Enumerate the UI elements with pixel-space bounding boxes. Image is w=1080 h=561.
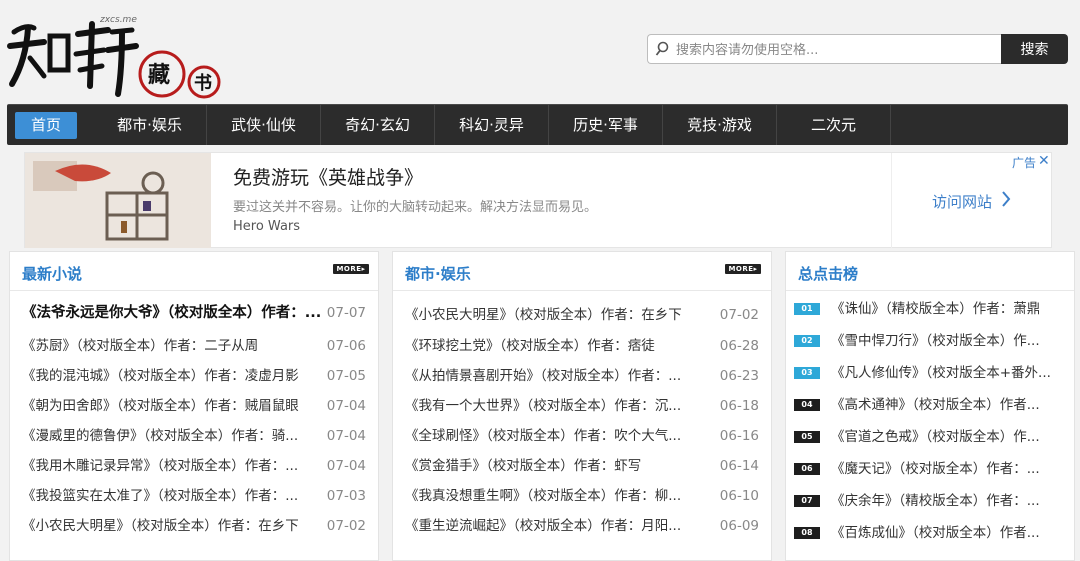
search-input[interactable] [674, 38, 998, 62]
nav-item-games[interactable]: 竞技·游戏 [663, 105, 777, 145]
list-item[interactable]: 《我真没想重生啊》（校对版全本）作者：柳... 06-10 [393, 481, 771, 511]
svg-text:书: 书 [194, 73, 212, 94]
ranking-item[interactable]: 08 《百炼成仙》（校对版全本）作者... [786, 518, 1074, 548]
more-button-urban[interactable]: MORE▸ [725, 264, 761, 274]
panel-title-urban[interactable]: 都市·娱乐 [405, 263, 471, 284]
rank-badge: 08 [794, 527, 820, 539]
ranking-item[interactable]: 07 《庆余年》（精校版全本）作者：... [786, 486, 1074, 516]
nav-item-scifi[interactable]: 科幻·灵异 [435, 105, 549, 145]
ranking-item[interactable]: 06 《魔天记》（校对版全本）作者：... [786, 454, 1074, 484]
list-item[interactable]: 《全球刷怪》（校对版全本）作者：吹个大气... 06-16 [393, 421, 771, 451]
ranking-item[interactable]: 03 《凡人修仙传》（校对版全本+番外... [786, 358, 1074, 388]
rank-badge: 03 [794, 367, 820, 379]
rank-badge: 06 [794, 463, 820, 475]
ad-label: 广告 [1012, 156, 1037, 170]
list-item[interactable]: 《小农民大明星》（校对版全本）作者：在乡下 07-02 [10, 511, 378, 541]
list-item[interactable]: 《赏金猎手》（校对版全本）作者：虾写 06-14 [393, 451, 771, 481]
ranking-item[interactable]: 01 《诛仙》（精校版全本）作者：萧鼎 [786, 294, 1074, 324]
main-nav: 首页 都市·娱乐 武侠·仙侠 奇幻·玄幻 科幻·灵异 历史·军事 竞技·游戏 二… [7, 104, 1068, 145]
logo-domain: zxcs.me [99, 15, 137, 25]
rank-badge: 01 [794, 303, 820, 315]
chevron-right-icon[interactable] [1001, 190, 1011, 208]
rank-badge: 07 [794, 495, 820, 507]
list-item[interactable]: 《我投篮实在太准了》（校对版全本）作者：... 07-03 [10, 481, 378, 511]
latest-novels-panel: 最新小说 MORE▸ 《法爷永远是你大爷》（校对版全本）作者：... 07-07 … [9, 251, 379, 561]
nav-item-urban[interactable]: 都市·娱乐 [93, 105, 207, 145]
ad-visit-link[interactable]: 访问网站 [932, 191, 992, 212]
panel-header: 最新小说 MORE▸ [10, 252, 378, 291]
panel-title-latest[interactable]: 最新小说 [22, 263, 82, 284]
ad-close-icon[interactable]: ✕ [1038, 153, 1050, 169]
rank-badge: 04 [794, 399, 820, 411]
panel-header: 都市·娱乐 MORE▸ [393, 252, 771, 291]
search-icon [655, 41, 669, 56]
search-button[interactable]: 搜索 [1001, 34, 1068, 64]
logo-artwork: zxcs.me 藏 书 [7, 15, 221, 99]
search-box [647, 34, 1001, 64]
ranking-item[interactable]: 02 《雪中悍刀行》（校对版全本）作... [786, 326, 1074, 356]
more-button-latest[interactable]: MORE▸ [333, 264, 369, 274]
panel-header: 总点击榜 [786, 252, 1074, 291]
nav-item-home[interactable]: 首页 [15, 112, 77, 139]
ad-title[interactable]: 免费游玩《英雄战争》 [233, 163, 423, 190]
ad-banner[interactable]: 免费游玩《英雄战争》 要过这关并不容易。让你的大脑转动起来。解决方法显而易见。 … [24, 152, 1052, 248]
ad-cta-area: 广告 ✕ 访问网站 [891, 153, 1053, 248]
nav-item-history[interactable]: 历史·军事 [549, 105, 663, 145]
svg-text:藏: 藏 [148, 62, 170, 88]
ad-thumbnail [25, 153, 211, 248]
rank-badge: 02 [794, 335, 820, 347]
list-item[interactable]: 《我有一个大世界》（校对版全本）作者：沉... 06-18 [393, 391, 771, 421]
nav-item-acg[interactable]: 二次元 [777, 105, 891, 145]
nav-item-wuxia[interactable]: 武侠·仙侠 [207, 105, 321, 145]
panel-title-ranking[interactable]: 总点击榜 [798, 263, 858, 284]
list-item[interactable]: 《苏厨》（校对版全本）作者：二子从周 07-06 [10, 331, 378, 361]
list-item[interactable]: 《朝为田舍郎》（校对版全本）作者：贼眉鼠眼 07-04 [10, 391, 378, 421]
list-item[interactable]: 《小农民大明星》（校对版全本）作者：在乡下 07-02 [393, 300, 771, 330]
ad-description: 要过这关并不容易。让你的大脑转动起来。解决方法显而易见。 [233, 200, 598, 215]
list-item[interactable]: 《我的混沌城》（校对版全本）作者：凌虚月影 07-05 [10, 361, 378, 391]
list-item[interactable]: 《我用木雕记录异常》（校对版全本）作者：... 07-04 [10, 451, 378, 481]
site-logo[interactable]: zxcs.me 藏 书 [4, 10, 224, 100]
click-ranking-panel: 总点击榜 01 《诛仙》（精校版全本）作者：萧鼎 02 《雪中悍刀行》（校对版全本）… [785, 251, 1075, 561]
list-item[interactable]: 《从拍情景喜剧开始》（校对版全本）作者：... 06-23 [393, 361, 771, 391]
ranking-item[interactable]: 04 《高术通神》（校对版全本）作者... [786, 390, 1074, 420]
rank-badge: 05 [794, 431, 820, 443]
list-item[interactable]: 《重生逆流崛起》（校对版全本）作者：月阳... 06-09 [393, 511, 771, 541]
list-item[interactable]: 《法爷永远是你大爷》（校对版全本）作者：... 07-07 [10, 298, 378, 328]
ranking-item[interactable]: 05 《官道之色戒》（校对版全本）作... [786, 422, 1074, 452]
urban-novels-panel: 都市·娱乐 MORE▸ 《小农民大明星》（校对版全本）作者：在乡下 07-02 《… [392, 251, 772, 561]
ad-brand: Hero Wars [233, 219, 301, 234]
list-item[interactable]: 《环球挖土党》（校对版全本）作者：痞徒 06-28 [393, 331, 771, 361]
list-item[interactable]: 《漫威里的德鲁伊》（校对版全本）作者：骑... 07-04 [10, 421, 378, 451]
nav-item-fantasy[interactable]: 奇幻·玄幻 [321, 105, 435, 145]
